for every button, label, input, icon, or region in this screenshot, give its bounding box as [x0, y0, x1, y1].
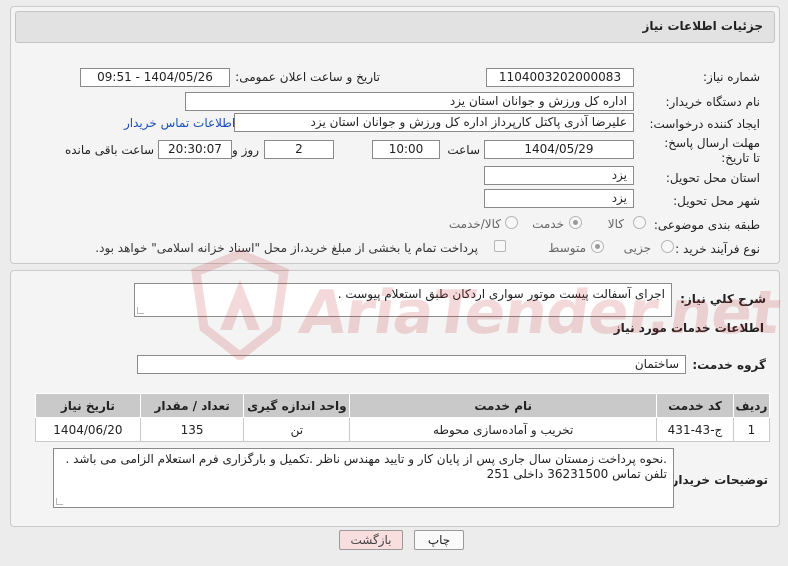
- col-service-code: کد خدمت: [656, 393, 734, 418]
- process-medium-label: متوسط: [548, 241, 586, 255]
- delivery-province-field: یزد: [484, 166, 634, 185]
- need-number-field: 1104003202000083: [486, 68, 634, 87]
- deadline-label: مهلت ارسال پاسخ: تا تاریخ:: [664, 136, 760, 165]
- process-minor-label: جزیی: [623, 241, 651, 255]
- col-service-name: نام خدمت: [349, 393, 658, 418]
- cell-quantity: 135: [139, 417, 245, 442]
- announce-datetime-label: تاریخ و ساعت اعلان عمومی:: [235, 70, 380, 84]
- buyer-notes-textarea: .نحوه پرداخت زمستان سال جاری پس از پایان…: [53, 448, 674, 508]
- service-group-field: ساختمان: [137, 355, 686, 374]
- service-group-label: گروه خدمت:: [692, 358, 766, 372]
- treasury-payment-checkbox[interactable]: [494, 240, 506, 252]
- category-goods-service-radio[interactable]: [505, 216, 518, 229]
- general-desc-textarea: اجرای آسفالت پیست موتور سواری اردکان طبق…: [134, 283, 672, 317]
- remaining-time-field: 20:30:07: [158, 140, 232, 159]
- category-goods-radio[interactable]: [633, 216, 646, 229]
- category-label: طبقه بندی موضوعی:: [653, 218, 760, 232]
- buyer-notes-line2: تلفن تماس 36231500 داخلی 251: [486, 467, 667, 481]
- delivery-city-field: یزد: [484, 189, 634, 208]
- services-table: ردیف کد خدمت نام خدمت واحد اندازه گیری ت…: [35, 393, 771, 442]
- col-unit: واحد اندازه گیری: [243, 393, 351, 418]
- cell-service-code: ج-43-431: [656, 417, 734, 442]
- col-need-date: تاریخ نیاز: [35, 393, 141, 418]
- resize-grip-icon[interactable]: [137, 307, 144, 314]
- cell-need-date: 1404/06/20: [35, 417, 141, 442]
- general-desc-label: شرح کلي نياز:: [680, 292, 766, 306]
- col-row-number: ردیف: [732, 393, 771, 418]
- col-quantity: تعداد / مقدار: [139, 393, 245, 418]
- services-section-title: اطلاعات خدمات مورد نیاز: [613, 321, 764, 335]
- remaining-time-label: ساعت باقی مانده: [64, 143, 154, 157]
- process-medium-radio[interactable]: [591, 240, 604, 253]
- need-number-label: شماره نیاز:: [703, 70, 760, 84]
- print-button[interactable]: چاپ: [414, 530, 464, 550]
- back-button[interactable]: بازگشت: [339, 530, 403, 550]
- process-type-label: نوع فرآیند خرید :: [675, 242, 760, 256]
- category-service-label: خدمت: [532, 217, 564, 231]
- buyer-notes-line1: .نحوه پرداخت زمستان سال جاری پس از پایان…: [65, 452, 667, 466]
- category-service-radio[interactable]: [569, 216, 582, 229]
- deadline-time-field: 10:00: [372, 140, 440, 159]
- buyer-org-label: نام دستگاه خریدار:: [665, 95, 761, 109]
- deadline-date-field: 1404/05/29: [484, 140, 634, 159]
- page-title: جزئیات اطلاعات نیاز: [642, 19, 763, 33]
- deadline-time-label: ساعت: [447, 143, 480, 157]
- delivery-province-label: استان محل تحویل:: [665, 171, 760, 185]
- remaining-days-field: 2: [264, 140, 334, 159]
- process-minor-radio[interactable]: [661, 240, 674, 253]
- table-header-row: ردیف کد خدمت نام خدمت واحد اندازه گیری ت…: [35, 393, 771, 418]
- cell-row-number: 1: [732, 417, 771, 442]
- cell-service-name: تخریب و آماده‌سازی محوطه: [349, 417, 658, 442]
- category-goods-service-label: کالا/خدمت: [448, 217, 501, 231]
- buyer-notes-label: توضیحات خریدار:: [666, 473, 768, 487]
- days-label: روز و: [232, 143, 259, 157]
- category-goods-label: کالا: [607, 217, 624, 231]
- requester-field: علیرضا آذری پاکتل کارپرداز اداره کل ورزش…: [234, 113, 634, 132]
- announce-datetime-field: 1404/05/26 - 09:51: [80, 68, 230, 87]
- table-row: 1 ج-43-431 تخریب و آماده‌سازی محوطه تن 1…: [35, 417, 771, 442]
- resize-grip-icon[interactable]: [56, 498, 63, 505]
- buyer-contact-link[interactable]: اطلاعات تماس خریدار: [124, 116, 235, 130]
- delivery-city-label: شهر محل تحویل:: [673, 194, 760, 208]
- general-desc-text: اجرای آسفالت پیست موتور سواری اردکان طبق…: [337, 287, 665, 301]
- buyer-org-field: اداره کل ورزش و جوانان استان یزد: [185, 92, 634, 111]
- requester-label: ایجاد کننده درخواست:: [649, 117, 760, 131]
- treasury-payment-note: پرداخت تمام یا بخشی از مبلغ خرید،از محل …: [95, 241, 478, 255]
- cell-unit: تن: [243, 417, 351, 442]
